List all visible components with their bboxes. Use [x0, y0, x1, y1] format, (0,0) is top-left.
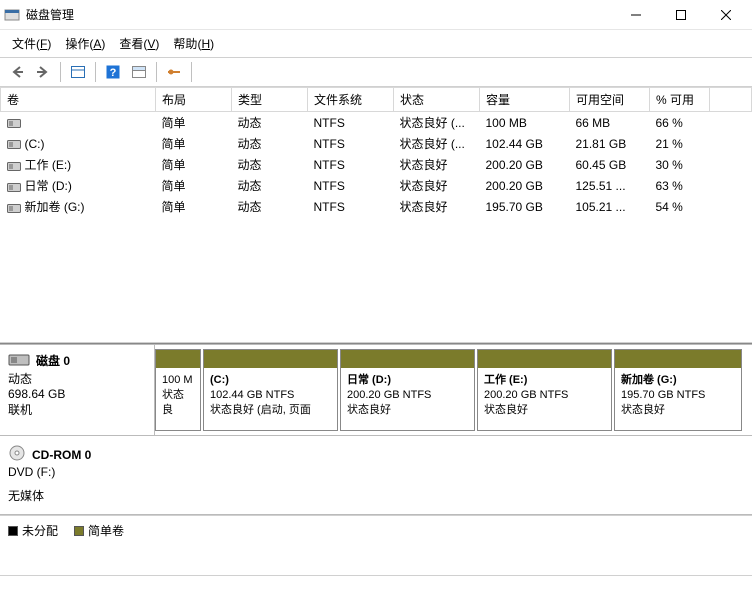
- menu-help[interactable]: 帮助(H): [167, 32, 220, 55]
- back-button[interactable]: [6, 61, 28, 83]
- volume-icon: [7, 138, 21, 150]
- cdrom-row[interactable]: CD-ROM 0 DVD (F:) 无媒体: [0, 436, 752, 515]
- col-free[interactable]: 可用空间: [570, 88, 650, 112]
- separator: [191, 62, 192, 82]
- legend: 未分配 简单卷: [0, 515, 752, 545]
- legend-simple: 简单卷: [74, 522, 124, 539]
- statusbar: [0, 575, 752, 593]
- close-button[interactable]: [703, 1, 748, 29]
- menu-file[interactable]: 文件(F): [6, 32, 57, 55]
- toolbar: ?: [0, 58, 752, 87]
- volume-icon: [7, 181, 21, 193]
- partition[interactable]: (C:)102.44 GB NTFS状态良好 (启动, 页面: [203, 349, 338, 431]
- separator: [156, 62, 157, 82]
- legend-unallocated: 未分配: [8, 522, 58, 539]
- col-type[interactable]: 类型: [232, 88, 308, 112]
- volume-icon: [7, 160, 21, 172]
- disk-dynamic-label: 动态: [8, 370, 146, 387]
- col-spacer: [710, 88, 752, 112]
- table-row[interactable]: (C:)简单动态NTFS状态良好 (...102.44 GB21.81 GB21…: [1, 133, 752, 154]
- col-fs[interactable]: 文件系统: [308, 88, 394, 112]
- cdrom-status: 无媒体: [8, 487, 744, 504]
- cdrom-drive: DVD (F:): [8, 465, 744, 479]
- partition[interactable]: 新加卷 (G:)195.70 GB NTFS状态良好: [614, 349, 742, 431]
- disk-row[interactable]: 磁盘 0 动态 698.64 GB 联机 100 M状态良(C:)102.44 …: [0, 344, 752, 436]
- col-layout[interactable]: 布局: [156, 88, 232, 112]
- svg-text:?: ?: [110, 67, 117, 79]
- partition[interactable]: 100 M状态良: [155, 349, 201, 431]
- table-header: 卷 布局 类型 文件系统 状态 容量 可用空间 % 可用: [1, 88, 752, 112]
- volume-table[interactable]: 卷 布局 类型 文件系统 状态 容量 可用空间 % 可用 简单动态NTFS状态良…: [0, 87, 752, 343]
- separator: [95, 62, 96, 82]
- cdrom-icon: [8, 444, 26, 465]
- unallocated-swatch: [8, 526, 18, 536]
- disk-label[interactable]: 磁盘 0 动态 698.64 GB 联机: [0, 345, 155, 435]
- disk-name: 磁盘 0: [36, 352, 70, 369]
- table-row[interactable]: 新加卷 (G:)简单动态NTFS状态良好195.70 GB105.21 ...5…: [1, 196, 752, 217]
- disk-size: 698.64 GB: [8, 387, 146, 401]
- disk-online: 联机: [8, 401, 146, 418]
- window-controls: [613, 1, 748, 29]
- separator: [60, 62, 61, 82]
- show-hide-console-button[interactable]: [67, 61, 89, 83]
- col-status[interactable]: 状态: [394, 88, 480, 112]
- forward-button[interactable]: [32, 61, 54, 83]
- disk-graphical-pane[interactable]: 磁盘 0 动态 698.64 GB 联机 100 M状态良(C:)102.44 …: [0, 343, 752, 575]
- partition[interactable]: 日常 (D:)200.20 GB NTFS状态良好: [340, 349, 475, 431]
- menu-action[interactable]: 操作(A): [59, 32, 111, 55]
- volume-icon: [7, 117, 21, 129]
- table-row[interactable]: 简单动态NTFS状态良好 (...100 MB66 MB66 %: [1, 112, 752, 134]
- help-button[interactable]: ?: [102, 61, 124, 83]
- volume-icon: [7, 202, 21, 214]
- menubar: 文件(F) 操作(A) 查看(V) 帮助(H): [0, 30, 752, 58]
- col-pctfree[interactable]: % 可用: [650, 88, 710, 112]
- cdrom-name: CD-ROM 0: [32, 448, 91, 462]
- col-capacity[interactable]: 容量: [480, 88, 570, 112]
- col-volume[interactable]: 卷: [1, 88, 156, 112]
- menu-view[interactable]: 查看(V): [113, 32, 165, 55]
- table-row[interactable]: 日常 (D:)简单动态NTFS状态良好200.20 GB125.51 ...63…: [1, 175, 752, 196]
- app-icon: [4, 7, 20, 23]
- titlebar: 磁盘管理: [0, 0, 752, 30]
- table-row[interactable]: 工作 (E:)简单动态NTFS状态良好200.20 GB60.45 GB30 %: [1, 154, 752, 175]
- simple-swatch: [74, 526, 84, 536]
- maximize-button[interactable]: [658, 1, 703, 29]
- minimize-button[interactable]: [613, 1, 658, 29]
- disk-partitions: 100 M状态良(C:)102.44 GB NTFS状态良好 (启动, 页面日常…: [155, 345, 752, 435]
- properties-button[interactable]: [163, 61, 185, 83]
- view-top-button[interactable]: [128, 61, 150, 83]
- disk-icon: [8, 351, 30, 370]
- partition[interactable]: 工作 (E:)200.20 GB NTFS状态良好: [477, 349, 612, 431]
- window-title: 磁盘管理: [26, 6, 613, 23]
